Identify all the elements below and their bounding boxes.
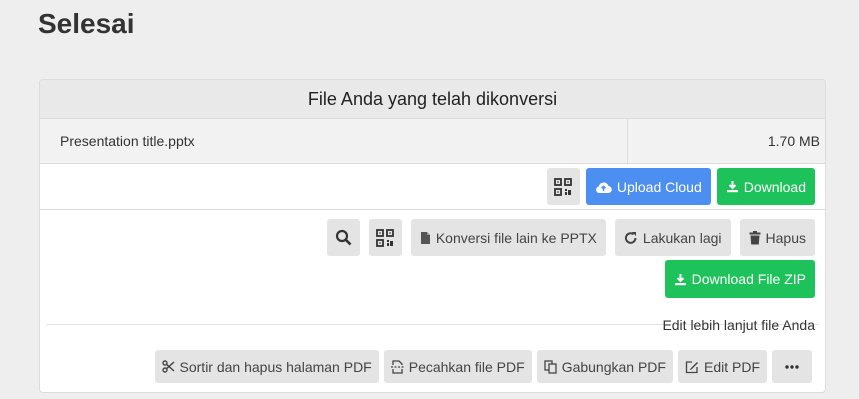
- search-icon: [335, 229, 352, 246]
- split-pdf-label: Pecahkan file PDF: [408, 358, 525, 375]
- edit-actions: Sortir dan hapus halaman PDF Pecahkan fi…: [154, 350, 812, 383]
- download-zip-button[interactable]: Download File ZIP: [664, 260, 815, 298]
- tools-row: Konversi file lain ke PPTX Lakukan lagi …: [326, 219, 815, 256]
- converted-files-panel: File Anda yang telah dikonversi Presenta…: [39, 79, 826, 393]
- more-options-button[interactable]: [772, 350, 812, 383]
- zip-row: Download File ZIP: [664, 260, 815, 298]
- file-size: 1.70 MB: [628, 119, 825, 163]
- scissors-icon: [161, 360, 175, 373]
- file-icon: [420, 231, 431, 245]
- edit-further-label: Edit lebih lanjut file Anda: [662, 317, 815, 333]
- qr-code-icon: [554, 177, 573, 196]
- download-label: Download: [743, 178, 806, 195]
- convert-other-button[interactable]: Konversi file lain ke PPTX: [410, 219, 606, 256]
- split-file-icon: [390, 359, 404, 374]
- split-pdf-button[interactable]: Pecahkan file PDF: [383, 350, 532, 383]
- qr-code-button[interactable]: [546, 168, 580, 205]
- page-title: Selesai: [38, 8, 135, 39]
- merge-files-icon: [544, 359, 557, 374]
- edit-pdf-button[interactable]: Edit PDF: [677, 350, 767, 383]
- trash-icon: [749, 230, 761, 245]
- edit-pdf-label: Edit PDF: [703, 358, 760, 375]
- upload-cloud-label: Upload Cloud: [616, 178, 702, 195]
- file-row: Presentation title.pptx 1.70 MB: [40, 119, 825, 164]
- panel-header: File Anda yang telah dikonversi: [40, 80, 825, 119]
- convert-other-label: Konversi file lain ke PPTX: [435, 229, 597, 246]
- ellipsis-icon: [785, 364, 799, 369]
- edit-icon: [685, 360, 699, 374]
- redo-button[interactable]: Lakukan lagi: [614, 219, 731, 256]
- qr-code-icon: [376, 228, 395, 247]
- qr-code-button-2[interactable]: [368, 219, 402, 256]
- file-name: Presentation title.pptx: [40, 119, 628, 163]
- delete-label: Hapus: [765, 229, 806, 246]
- merge-pdf-label: Gabungkan PDF: [561, 358, 666, 375]
- redo-label: Lakukan lagi: [642, 229, 722, 246]
- merge-pdf-button[interactable]: Gabungkan PDF: [536, 350, 673, 383]
- tools-section: Konversi file lain ke PPTX Lakukan lagi …: [40, 210, 825, 392]
- upload-cloud-button[interactable]: Upload Cloud: [585, 168, 711, 205]
- redo-icon: [624, 231, 638, 245]
- sort-pages-label: Sortir dan hapus halaman PDF: [179, 358, 372, 375]
- cloud-upload-icon: [595, 180, 612, 194]
- download-button[interactable]: Download: [716, 168, 815, 205]
- search-button[interactable]: [326, 219, 360, 256]
- download-icon: [726, 180, 739, 193]
- download-icon: [674, 273, 687, 286]
- file-actions: Upload Cloud Download: [40, 164, 825, 210]
- download-zip-label: Download File ZIP: [691, 271, 806, 287]
- delete-button[interactable]: Hapus: [739, 219, 815, 256]
- sort-pages-button[interactable]: Sortir dan hapus halaman PDF: [154, 350, 379, 383]
